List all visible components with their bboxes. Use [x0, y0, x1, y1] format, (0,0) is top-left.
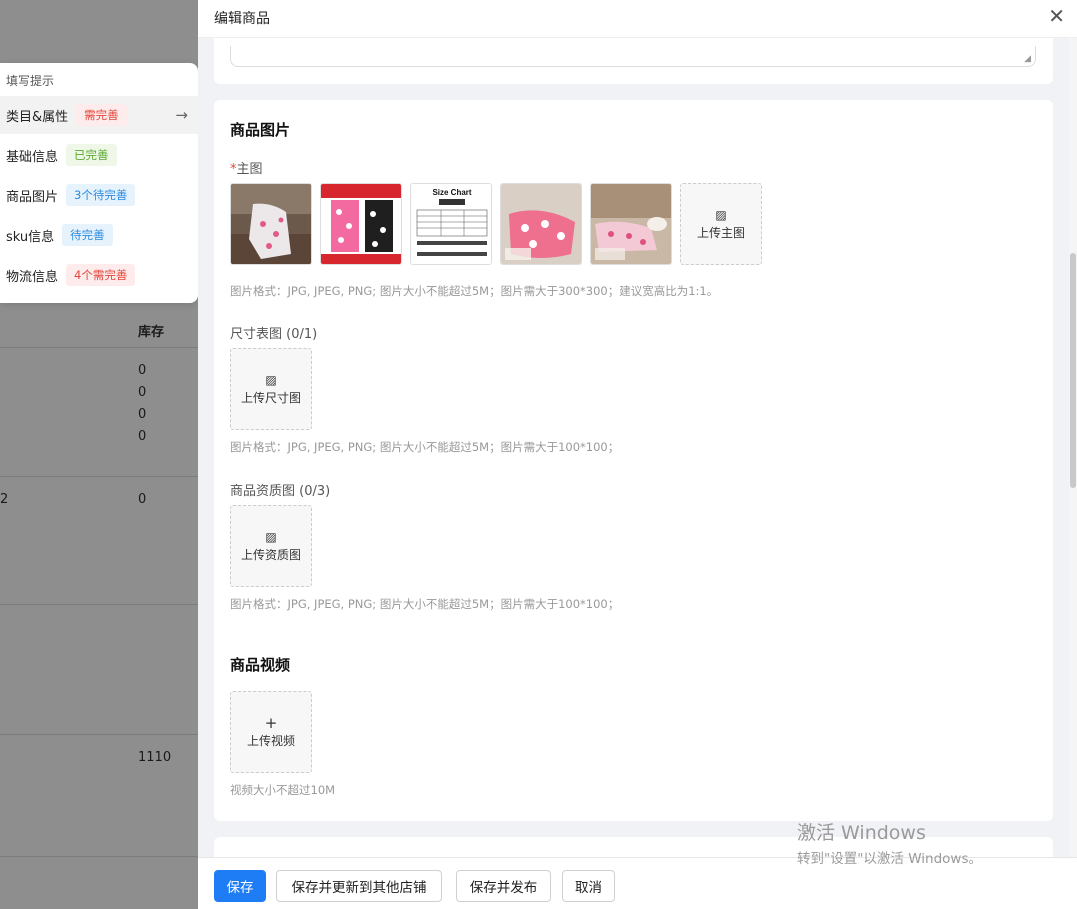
plus-icon: + [264, 713, 278, 732]
main-image-thumb[interactable] [230, 183, 312, 265]
tips-item-category[interactable]: 类目&属性 需完善 → [0, 96, 198, 134]
video-section-title: 商品视频 [230, 656, 291, 674]
upload-qualification-button[interactable]: ▨ 上传资质图 [230, 505, 312, 587]
upload-size-chart-button[interactable]: ▨ 上传尺寸图 [230, 348, 312, 430]
qualification-hint: 图片格式：JPG, JPEG, PNG; 图片大小不能超过5M；图片需大于100… [230, 597, 620, 611]
tips-item-sku[interactable]: sku信息 待完善 [0, 216, 198, 254]
resize-handle-icon[interactable]: ◢ [1024, 54, 1031, 64]
section-title: 商品图片 [230, 121, 291, 139]
tips-item-logistics[interactable]: 物流信息 4个需完善 [0, 256, 198, 294]
main-image-label: *主图 [230, 158, 263, 177]
status-badge: 4个需完善 [66, 264, 136, 286]
stock-value: 0 [138, 385, 147, 400]
tips-item-label: 物流信息 [6, 269, 59, 285]
drawer-title: 编辑商品 [214, 11, 270, 27]
save-and-update-button[interactable]: 保存并更新到其他店铺 [276, 870, 442, 902]
video-hint: 视频大小不超过10M [230, 783, 336, 797]
divider [0, 856, 198, 857]
qualification-label: 商品资质图 (0/3) [230, 484, 331, 499]
basic-info-card: ◢ [214, 38, 1053, 84]
main-image-thumb[interactable]: Size Chart [410, 183, 492, 265]
upload-label: 上传资质图 [240, 547, 301, 562]
status-badge: 待完善 [62, 224, 113, 246]
drawer-header: 编辑商品 ✕ [198, 0, 1077, 38]
status-badge: 3个待完善 [66, 184, 136, 206]
stock-value: 0 [138, 429, 147, 444]
main-image-thumb[interactable] [590, 183, 672, 265]
stock-value: 1110 [138, 750, 172, 765]
status-badge: 已完善 [66, 144, 117, 166]
size-chart-thumb-title: Size Chart [432, 188, 471, 197]
drawer-footer: 保存 保存并更新到其他店铺 保存并发布 取消 [198, 857, 1077, 909]
upload-video-button[interactable]: + 上传视频 [230, 691, 312, 773]
image-add-icon: ▨ [265, 529, 277, 544]
cancel-button[interactable]: 取消 [562, 870, 615, 902]
tips-item-label: 类目&属性 [6, 109, 69, 125]
tips-title: 填写提示 [6, 74, 55, 88]
fill-tips-panel: 填写提示 类目&属性 需完善 → 基础信息 已完善 商品图片 3个待完善 sku… [0, 63, 198, 303]
row-value: 2 [0, 492, 9, 507]
product-images-card: 商品图片 *主图 Size Chart ▨ 上传主图 图片格式：JPG, JPE… [214, 100, 1053, 821]
tips-item-label: sku信息 [6, 229, 55, 245]
save-button[interactable]: 保存 [214, 870, 266, 902]
save-and-publish-button[interactable]: 保存并发布 [456, 870, 551, 902]
description-textarea[interactable]: ◢ [230, 46, 1036, 67]
divider [0, 476, 198, 477]
size-chart-hint: 图片格式：JPG, JPEG, PNG; 图片大小不能超过5M；图片需大于100… [230, 440, 620, 454]
image-add-icon: ▨ [265, 372, 277, 387]
stock-value: 0 [138, 363, 147, 378]
next-card [214, 837, 1053, 857]
main-image-hint: 图片格式：JPG, JPEG, PNG; 图片大小不能超过5M；图片需大于300… [230, 284, 719, 298]
edit-product-drawer: 编辑商品 ✕ ◢ 商品图片 *主图 Size Chart ▨ 上传主图 图片格式… [198, 0, 1077, 909]
upload-main-image-button[interactable]: ▨ 上传主图 [680, 183, 762, 265]
status-badge: 需完善 [76, 104, 127, 126]
divider [0, 347, 198, 348]
main-image-thumb[interactable] [320, 183, 402, 265]
main-image-thumb[interactable] [500, 183, 582, 265]
upload-label: 上传尺寸图 [240, 390, 301, 405]
image-add-icon: ▨ [715, 207, 727, 222]
tips-item-images[interactable]: 商品图片 3个待完善 [0, 176, 198, 214]
upload-label: 上传主图 [696, 225, 745, 240]
arrow-right-icon: → [175, 106, 188, 124]
divider [0, 734, 198, 735]
size-chart-label: 尺寸表图 (0/1) [230, 327, 318, 342]
scrollbar[interactable] [1069, 38, 1077, 857]
stock-value: 0 [138, 492, 147, 507]
stock-column-header: 库存 [138, 325, 165, 340]
main-image-label-text: 主图 [236, 162, 263, 177]
tips-item-label: 商品图片 [6, 189, 59, 205]
close-icon[interactable]: ✕ [1048, 4, 1065, 28]
tips-item-basic-info[interactable]: 基础信息 已完善 [0, 136, 198, 174]
stock-value: 0 [138, 407, 147, 422]
upload-label: 上传视频 [246, 733, 295, 748]
scrollbar-thumb[interactable] [1070, 253, 1076, 488]
tips-item-label: 基础信息 [6, 149, 59, 165]
divider [0, 604, 198, 605]
